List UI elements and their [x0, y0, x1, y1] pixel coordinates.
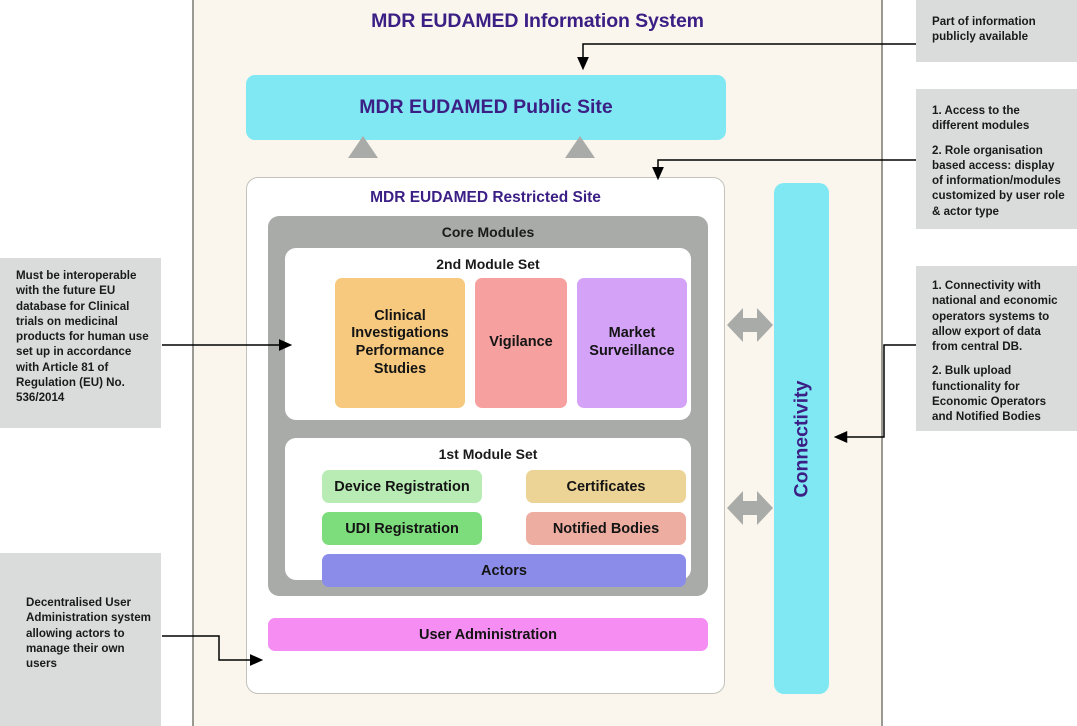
module-pill[interactable]: Notified Bodies	[526, 512, 686, 545]
module-pill[interactable]: Certificates	[526, 470, 686, 503]
user-administration-label: User Administration	[418, 626, 558, 643]
connectivity-column[interactable]: Connectivity	[774, 183, 829, 694]
module-label: Device Registration	[334, 478, 470, 495]
module-pill[interactable]: Device Registration	[322, 470, 482, 503]
module-box[interactable]: Vigilance	[475, 278, 567, 408]
module-label: Clinical Investigations Performance Stud…	[351, 307, 449, 377]
module-box[interactable]: Clinical Investigations Performance Stud…	[335, 278, 465, 408]
public-site-label: MDR EUDAMED Public Site	[359, 96, 613, 118]
second-module-set-label: 2nd Module Set	[436, 256, 540, 272]
module-label: Notified Bodies	[552, 520, 660, 537]
module-label: Actors	[481, 562, 527, 579]
annotation-interoperability: Must be interoperable with the future EU…	[0, 258, 161, 428]
system-title: MDR EUDAMED Information System	[371, 10, 704, 32]
annotation-text: Must be interoperable with the future EU…	[16, 269, 149, 405]
annotation-text: Part of information publicly available	[932, 15, 1036, 44]
module-label: UDI Registration	[345, 520, 459, 537]
annotation-access-roles: 1. Access to the different modules 2. Rol…	[916, 89, 1077, 229]
module-label: Market Surveillance	[589, 325, 675, 359]
restricted-site-box[interactable]: MDR EUDAMED Restricted Site Core Modules…	[246, 177, 725, 694]
first-module-set-label: 1st Module Set	[438, 446, 538, 462]
annotation-text: 2. Role organisation based access: displ…	[932, 143, 1065, 218]
module-pill[interactable]: Actors	[322, 554, 686, 587]
second-module-set: 2nd Module Set Clinical Investigations P…	[285, 248, 691, 420]
annotation-text: 1. Connectivity with national and econom…	[932, 279, 1058, 354]
annotation-text: Decentralised User Administration system…	[26, 596, 151, 671]
user-administration-module[interactable]: User Administration	[268, 618, 708, 651]
module-label: Vigilance	[489, 334, 553, 351]
connectivity-label: Connectivity	[790, 379, 812, 498]
public-site-box[interactable]: MDR EUDAMED Public Site	[246, 75, 726, 140]
module-label: Certificates	[566, 478, 646, 495]
core-modules-label: Core Modules	[441, 224, 535, 240]
first-module-set: 1st Module Set Device Registration Certif…	[285, 438, 691, 587]
annotation-public-info: Part of information publicly available	[916, 0, 1077, 62]
annotation-connectivity: 1. Connectivity with national and econom…	[916, 266, 1077, 431]
annotation-text: 1. Access to the different modules	[932, 104, 1030, 133]
core-modules-container: Core Modules 2nd Module Set Clinical Inv…	[268, 216, 708, 596]
annotation-user-administration: Decentralised User Administration system…	[0, 553, 161, 726]
diagram-canvas: MDR EUDAMED Information System MDR EUDAM…	[0, 0, 1077, 726]
restricted-site-label: MDR EUDAMED Restricted Site	[370, 189, 601, 206]
annotation-text: 2. Bulk upload functionality for Economi…	[932, 364, 1047, 424]
module-pill[interactable]: UDI Registration	[322, 512, 482, 545]
module-box[interactable]: Market Surveillance	[577, 278, 687, 408]
